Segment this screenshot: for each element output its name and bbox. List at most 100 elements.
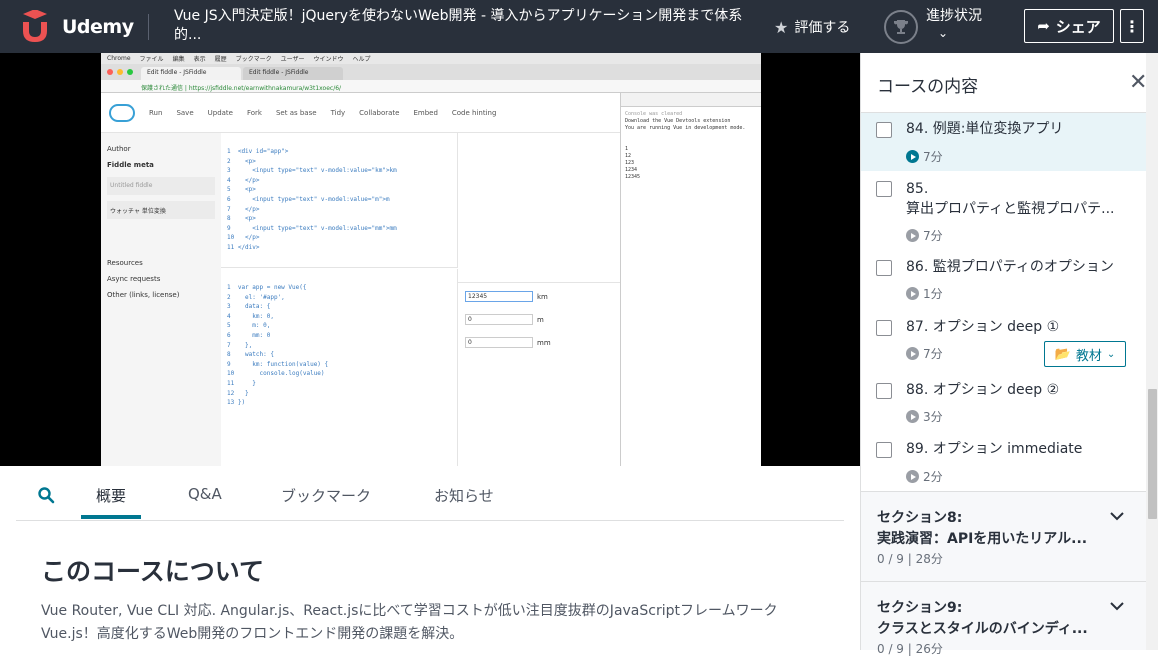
lecture-duration: 1分 [923,287,943,301]
scrollbar-thumb[interactable] [1148,389,1157,519]
jsf-hinting: Code hinting [451,108,497,117]
lecture-duration: 7分 [923,150,943,164]
mac-menu-item: Chrome [107,55,131,62]
browser-tab: Edit fiddle - JSFiddle [243,67,343,80]
rate-course-button[interactable]: ★ 評価する [774,17,850,37]
more-options-button[interactable]: ⋮ [1120,9,1144,43]
lecture-title: 89. オプション immediate [906,441,1083,457]
rate-label: 評価する [794,20,851,36]
play-icon [906,229,919,242]
mac-menu-item: ウインドウ [313,56,344,63]
jsfiddle-editors: 1 <div id="app"> 2 <p> 3 <input type="te… [221,133,620,466]
lecture-checkbox[interactable] [876,383,892,399]
top-navigation-bar: Udemy Vue JS入門決定版！jQueryを使わないWeb開発 - 導入か… [0,0,1158,53]
course-title: Vue JS入門決定版！jQueryを使わないWeb開発 - 導入からアプリケー… [174,8,743,43]
chevron-down-icon: ⌄ [1106,348,1116,360]
section-name: 実践演習：APIを用いたリアル... [877,531,1088,547]
tab-overview[interactable]: 概要 [96,485,126,506]
lecture-item[interactable]: 85. 算出プロパティと監視プロパテ... 7分 [861,171,1146,251]
result-km-unit: km [537,292,548,301]
play-icon [906,347,919,360]
lecture-checkbox[interactable] [876,320,892,336]
result-m-unit: m [537,315,544,324]
tab-qa[interactable]: Q&A [188,485,222,503]
about-desc-line-2: Vue.js！高度化するWeb開発のフロントエンド開発の課題を解決。 [41,626,464,642]
jsf-desc: ウォッチャ 単位変換 [107,201,215,219]
progress-label: 進捗状況 [926,8,982,24]
lecture-item[interactable]: 86. 監視プロパティのオプション 1分 [861,251,1146,311]
udemy-logo[interactable]: Udemy [16,10,136,44]
search-icon[interactable] [37,486,55,504]
course-tabbar: 概要 Q&A ブックマーク お知らせ [16,466,844,521]
lecture-duration: 2分 [923,470,943,484]
jsf-other: Other (links, license) [107,291,180,299]
course-content-sidebar: コースの内容 ✕ 84. 例題:単位変換アプリ 7分 85. 算出プロパティと監… [860,53,1158,656]
lecture-checkbox[interactable] [876,181,892,197]
resources-dropdown-button[interactable]: 📂 教材 ⌄ [1044,341,1126,367]
console-line: Download the Vue Devtools extension [625,118,731,124]
share-button[interactable]: ➦ シェア [1024,9,1114,43]
share-arrow-icon: ➦ [1037,17,1050,35]
play-icon [906,150,919,163]
section-header[interactable]: セクション8: 実践演習：APIを用いたリアル... 0 / 9 | 28分 [861,491,1146,581]
console-line: Console was cleared [625,111,683,117]
jsf-embed: Embed [413,108,438,117]
window-controls [107,69,133,75]
mac-menu-item: ブックマーク [235,56,272,63]
console-line: 1 [625,146,629,152]
chevron-down-icon [1110,512,1124,521]
jsf-run: Run [149,108,163,117]
lecture-checkbox[interactable] [876,260,892,276]
lecture-title: 84. 例題:単位変換アプリ [906,121,1064,137]
resources-label: 教材 [1075,348,1102,364]
mac-menu-item: 編集 [172,56,185,63]
section-name: クラスとスタイルのバインディ... [877,621,1088,637]
console-line: 123 [625,160,635,166]
section-title: セクション9: クラスとスタイルのバインディ... [877,598,1102,640]
progress-dropdown[interactable]: 進捗状況 ⌄ [884,8,982,44]
trophy-icon [884,10,918,44]
section-number: セクション9: [877,600,963,616]
mac-menubar: Chrome ファイル 編集 表示 履歴 ブックマーク ユーザー ウインドウ ヘルプ [101,53,761,64]
mac-menu-item: ユーザー [280,56,305,63]
jsf-async: Async requests [107,275,161,283]
about-description: Vue Router, Vue CLI 対応. Angular.js、React… [41,600,821,646]
sidebar-scrollbar[interactable] [1146,53,1158,650]
jsf-update: Update [207,108,233,117]
lecture-title: 88. オプション deep ② [906,382,1060,398]
lecture-title: 85. 算出プロパティと監視プロパテ... [906,181,1115,217]
mac-menu-item: 表示 [193,56,206,63]
lecture-item[interactable]: 88. オプション deep ② 3分 [861,373,1146,433]
header-divider [148,14,149,40]
lecture-title: 87. オプション deep ① [906,319,1060,335]
lecture-checkbox[interactable] [876,122,892,138]
jsfiddle-cloud-icon [109,103,135,122]
lecture-checkbox[interactable] [876,442,892,458]
udemy-logo-icon [23,10,47,42]
console-line: You are running Vue in development mode. [625,125,746,131]
section-number: セクション8: [877,510,963,526]
close-icon[interactable]: ✕ [1129,72,1147,94]
sidebar-header: コースの内容 ✕ [861,53,1158,113]
jsfiddle-toolbar: Run Save Update Fork Set as base Tidy Co… [101,93,620,133]
section-progress: 0 / 9 | 26分 [877,642,943,656]
tab-bookmarks[interactable]: ブックマーク [281,485,371,506]
lecture-item[interactable]: 89. オプション immediate 2分 [861,433,1146,491]
result-mm-unit: mm [537,338,551,347]
browser-url: 保護された通信 | https://jsfiddle.net/earnwithn… [101,80,761,93]
tab-announcements[interactable]: お知らせ [434,485,494,506]
section-header[interactable]: セクション9: クラスとスタイルのバインディ... 0 / 9 | 26分 [861,581,1146,656]
sidebar-title: コースの内容 [877,77,979,97]
lecture-title: 86. 監視プロパティのオプション [906,259,1114,275]
lecture-item[interactable]: 87. オプション deep ① 7分 📂 教材 ⌄ [861,311,1146,373]
jsf-collab: Collaborate [359,108,400,117]
active-tab-indicator [81,515,141,519]
section-title: セクション8: 実践演習：APIを用いたリアル... [877,508,1102,550]
jsf-untitled: Untitled fiddle [107,177,215,195]
about-heading: このコースについて [41,557,265,586]
video-frame[interactable]: Chrome ファイル 編集 表示 履歴 ブックマーク ユーザー ウインドウ ヘルプ Edit … [101,53,761,466]
jsf-tidy: Tidy [330,108,346,117]
jsf-author: Author [107,145,131,153]
lecture-item[interactable]: 84. 例題:単位変換アプリ 7分 [861,113,1146,171]
console-line: 12 [625,153,632,159]
